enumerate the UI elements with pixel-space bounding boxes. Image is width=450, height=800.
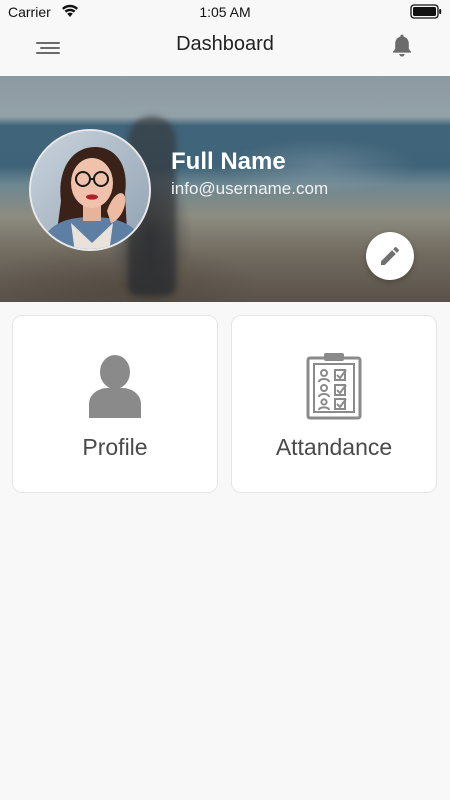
attendance-card-label: Attandance [275, 434, 393, 460]
page-title: Dashboard [176, 33, 274, 55]
edit-profile-button[interactable] [366, 232, 414, 280]
avatar[interactable] [29, 129, 151, 251]
bell-icon[interactable] [390, 32, 414, 58]
pencil-icon [381, 247, 399, 265]
profile-banner: Full Name info@username.com [0, 76, 450, 302]
status-bar: Carrier 1:05 AM [0, 0, 450, 24]
profile-card-label: Profile [82, 434, 148, 460]
person-icon [89, 355, 141, 418]
avatar-photo [31, 131, 149, 249]
attendance-card[interactable]: Attandance [231, 315, 437, 493]
profile-email: info@username.com [171, 179, 329, 198]
nav-bar: Dashboard [0, 24, 450, 76]
profile-card[interactable]: Profile [12, 315, 218, 493]
clipboard-checklist-icon [306, 353, 362, 420]
profile-name: Full Name [171, 148, 286, 175]
battery-icon [410, 4, 442, 19]
clock: 1:05 AM [199, 4, 251, 20]
